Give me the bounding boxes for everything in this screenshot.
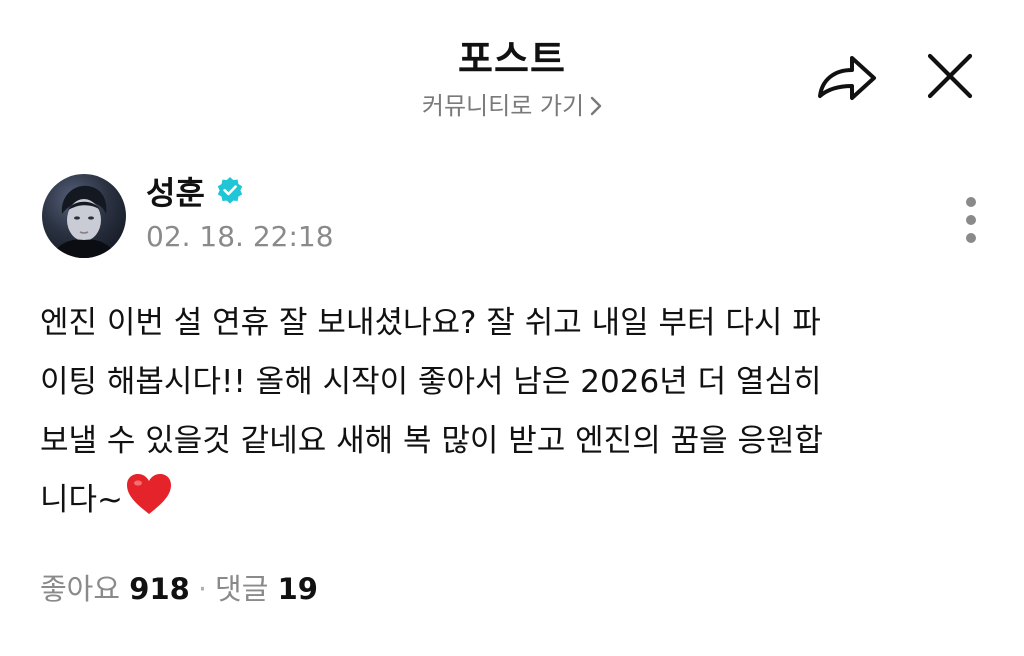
stats-separator: · bbox=[197, 572, 208, 606]
close-icon bbox=[927, 53, 973, 99]
comments-count: 19 bbox=[277, 572, 318, 606]
more-options-button[interactable] bbox=[956, 190, 986, 254]
comments-label[interactable]: 댓글 bbox=[215, 572, 268, 606]
community-link-label: 커뮤니티로 가기 bbox=[421, 92, 585, 120]
close-button[interactable] bbox=[918, 48, 982, 108]
chevron-right-icon bbox=[590, 94, 602, 122]
post-body-line: 니다~ bbox=[40, 482, 124, 518]
profile-photo bbox=[52, 185, 116, 258]
post-body-line: 이팅 해봅시다!! 올해 시작이 좋아서 남은 2026년 더 열심히 bbox=[40, 364, 822, 400]
post-body-line: 보낼 수 있을것 같네요 새해 복 많이 받고 엔진의 꿈을 응원합 bbox=[40, 423, 824, 459]
author-name[interactable]: 성훈 bbox=[146, 168, 205, 214]
avatar[interactable] bbox=[42, 174, 126, 258]
post-date: 02. 18. 22:18 bbox=[146, 220, 334, 253]
share-button[interactable] bbox=[812, 48, 882, 108]
post-body-line-last: 니다~ bbox=[40, 471, 990, 536]
more-vertical-icon bbox=[966, 197, 976, 243]
likes-label[interactable]: 좋아요 bbox=[40, 572, 120, 606]
verified-badge-icon bbox=[217, 177, 243, 204]
heart-icon bbox=[125, 472, 173, 536]
post-stats: 좋아요 918 · 댓글 19 bbox=[40, 566, 318, 608]
post-body-line: 엔진 이번 설 연휴 잘 보내셨나요? 잘 쉬고 내일 부터 다시 파 bbox=[40, 305, 821, 341]
post-body: 엔진 이번 설 연휴 잘 보내셨나요? 잘 쉬고 내일 부터 다시 파이팅 해봅… bbox=[40, 294, 990, 536]
likes-count: 918 bbox=[129, 572, 190, 606]
share-icon bbox=[818, 56, 876, 100]
